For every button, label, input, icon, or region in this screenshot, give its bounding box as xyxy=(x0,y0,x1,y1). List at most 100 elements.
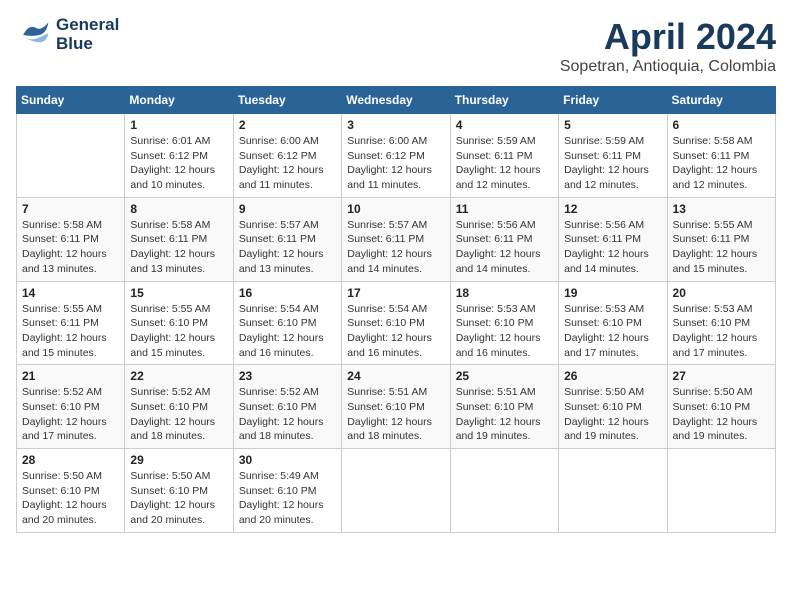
day-of-week-header: Monday xyxy=(125,87,233,114)
calendar-cell: 2 Sunrise: 6:00 AMSunset: 6:12 PMDaylight… xyxy=(233,114,341,198)
calendar-cell: 5Sunrise: 5:59 AMSunset: 6:11 PMDaylight… xyxy=(559,114,667,198)
day-number: 14 xyxy=(22,286,119,300)
calendar-week-row: 21 Sunrise: 5:52 AMSunset: 6:10 PMDayligh… xyxy=(17,365,776,449)
calendar-header-row: SundayMondayTuesdayWednesdayThursdayFrid… xyxy=(17,87,776,114)
calendar-week-row: 28 Sunrise: 5:50 AMSunset: 6:10 PMDayligh… xyxy=(17,449,776,533)
day-number: 15 xyxy=(130,286,227,300)
day-number: 25 xyxy=(456,369,553,383)
calendar-cell: 20 Sunrise: 5:53 AMSunset: 6:10 PMDayligh… xyxy=(667,281,775,365)
calendar-week-row: 7 Sunrise: 5:58 AMSunset: 6:11 PMDaylight… xyxy=(17,197,776,281)
calendar-table: SundayMondayTuesdayWednesdayThursdayFrid… xyxy=(16,86,776,533)
day-number: 17 xyxy=(347,286,444,300)
day-info: Sunrise: 6:00 AMSunset: 6:12 PMDaylight:… xyxy=(347,134,444,193)
day-number: 2 xyxy=(239,118,336,132)
day-info: Sunrise: 6:00 AMSunset: 6:12 PMDaylight:… xyxy=(239,134,336,193)
day-info: Sunrise: 5:59 AMSunset: 6:11 PMDaylight:… xyxy=(456,134,553,193)
day-info: Sunrise: 5:50 AMSunset: 6:10 PMDaylight:… xyxy=(130,469,227,528)
day-number: 28 xyxy=(22,453,119,467)
day-number: 22 xyxy=(130,369,227,383)
day-info: Sunrise: 5:51 AMSunset: 6:10 PMDaylight:… xyxy=(456,385,553,444)
day-info: Sunrise: 5:55 AMSunset: 6:10 PMDaylight:… xyxy=(130,302,227,361)
day-number: 20 xyxy=(673,286,770,300)
logo-icon xyxy=(16,17,52,53)
day-info: Sunrise: 5:53 AMSunset: 6:10 PMDaylight:… xyxy=(673,302,770,361)
calendar-cell: 13 Sunrise: 5:55 AMSunset: 6:11 PMDayligh… xyxy=(667,197,775,281)
day-number: 26 xyxy=(564,369,661,383)
day-number: 4 xyxy=(456,118,553,132)
day-info: Sunrise: 6:01 AMSunset: 6:12 PMDaylight:… xyxy=(130,134,227,193)
calendar-cell: 8 Sunrise: 5:58 AMSunset: 6:11 PMDaylight… xyxy=(125,197,233,281)
day-number: 12 xyxy=(564,202,661,216)
day-number: 18 xyxy=(456,286,553,300)
calendar-cell xyxy=(450,449,558,533)
day-number: 9 xyxy=(239,202,336,216)
day-info: Sunrise: 5:50 AMSunset: 6:10 PMDaylight:… xyxy=(22,469,119,528)
day-number: 21 xyxy=(22,369,119,383)
day-info: Sunrise: 5:50 AMSunset: 6:10 PMDaylight:… xyxy=(673,385,770,444)
calendar-cell: 16 Sunrise: 5:54 AMSunset: 6:10 PMDayligh… xyxy=(233,281,341,365)
day-info: Sunrise: 5:51 AMSunset: 6:10 PMDaylight:… xyxy=(347,385,444,444)
calendar-cell: 3 Sunrise: 6:00 AMSunset: 6:12 PMDaylight… xyxy=(342,114,450,198)
day-number: 27 xyxy=(673,369,770,383)
calendar-subtitle: Sopetran, Antioquia, Colombia xyxy=(560,58,776,76)
calendar-cell: 12Sunrise: 5:56 AMSunset: 6:11 PMDayligh… xyxy=(559,197,667,281)
calendar-cell: 18Sunrise: 5:53 AMSunset: 6:10 PMDayligh… xyxy=(450,281,558,365)
calendar-cell: 24 Sunrise: 5:51 AMSunset: 6:10 PMDayligh… xyxy=(342,365,450,449)
calendar-cell: 25 Sunrise: 5:51 AMSunset: 6:10 PMDayligh… xyxy=(450,365,558,449)
calendar-cell: 22 Sunrise: 5:52 AMSunset: 6:10 PMDayligh… xyxy=(125,365,233,449)
calendar-cell xyxy=(17,114,125,198)
calendar-cell xyxy=(667,449,775,533)
calendar-cell: 17 Sunrise: 5:54 AMSunset: 6:10 PMDayligh… xyxy=(342,281,450,365)
day-number: 24 xyxy=(347,369,444,383)
day-info: Sunrise: 5:58 AMSunset: 6:11 PMDaylight:… xyxy=(130,218,227,277)
calendar-cell: 1 Sunrise: 6:01 AMSunset: 6:12 PMDaylight… xyxy=(125,114,233,198)
title-block: April 2024 Sopetran, Antioquia, Colombia xyxy=(560,16,776,76)
calendar-cell: 30Sunrise: 5:49 AMSunset: 6:10 PMDayligh… xyxy=(233,449,341,533)
calendar-cell: 15 Sunrise: 5:55 AMSunset: 6:10 PMDayligh… xyxy=(125,281,233,365)
day-of-week-header: Sunday xyxy=(17,87,125,114)
calendar-cell: 9 Sunrise: 5:57 AMSunset: 6:11 PMDaylight… xyxy=(233,197,341,281)
day-info: Sunrise: 5:52 AMSunset: 6:10 PMDaylight:… xyxy=(130,385,227,444)
day-info: Sunrise: 5:55 AMSunset: 6:11 PMDaylight:… xyxy=(673,218,770,277)
calendar-cell: 29 Sunrise: 5:50 AMSunset: 6:10 PMDayligh… xyxy=(125,449,233,533)
day-info: Sunrise: 5:59 AMSunset: 6:11 PMDaylight:… xyxy=(564,134,661,193)
calendar-cell: 14 Sunrise: 5:55 AMSunset: 6:11 PMDayligh… xyxy=(17,281,125,365)
day-info: Sunrise: 5:50 AMSunset: 6:10 PMDaylight:… xyxy=(564,385,661,444)
day-info: Sunrise: 5:53 AMSunset: 6:10 PMDaylight:… xyxy=(564,302,661,361)
day-of-week-header: Saturday xyxy=(667,87,775,114)
day-info: Sunrise: 5:52 AMSunset: 6:10 PMDaylight:… xyxy=(239,385,336,444)
day-info: Sunrise: 5:57 AMSunset: 6:11 PMDaylight:… xyxy=(347,218,444,277)
calendar-cell: 23Sunrise: 5:52 AMSunset: 6:10 PMDayligh… xyxy=(233,365,341,449)
day-number: 1 xyxy=(130,118,227,132)
day-number: 11 xyxy=(456,202,553,216)
day-number: 13 xyxy=(673,202,770,216)
day-number: 7 xyxy=(22,202,119,216)
calendar-title: April 2024 xyxy=(560,16,776,58)
calendar-cell: 19Sunrise: 5:53 AMSunset: 6:10 PMDayligh… xyxy=(559,281,667,365)
calendar-cell: 7Sunrise: 5:58 AMSunset: 6:11 PMDaylight… xyxy=(17,197,125,281)
calendar-cell: 11 Sunrise: 5:56 AMSunset: 6:11 PMDayligh… xyxy=(450,197,558,281)
calendar-cell: 28 Sunrise: 5:50 AMSunset: 6:10 PMDayligh… xyxy=(17,449,125,533)
page-header: General Blue April 2024 Sopetran, Antioq… xyxy=(16,16,776,76)
calendar-cell: 10 Sunrise: 5:57 AMSunset: 6:11 PMDayligh… xyxy=(342,197,450,281)
day-number: 3 xyxy=(347,118,444,132)
day-info: Sunrise: 5:57 AMSunset: 6:11 PMDaylight:… xyxy=(239,218,336,277)
calendar-cell: 21Sunrise: 5:52 AMSunset: 6:10 PMDayligh… xyxy=(17,365,125,449)
calendar-cell: 26 Sunrise: 5:50 AMSunset: 6:10 PMDayligh… xyxy=(559,365,667,449)
day-of-week-header: Tuesday xyxy=(233,87,341,114)
day-number: 16 xyxy=(239,286,336,300)
day-number: 29 xyxy=(130,453,227,467)
day-number: 8 xyxy=(130,202,227,216)
calendar-cell xyxy=(342,449,450,533)
calendar-cell: 6Sunrise: 5:58 AMSunset: 6:11 PMDaylight… xyxy=(667,114,775,198)
day-info: Sunrise: 5:58 AMSunset: 6:11 PMDaylight:… xyxy=(673,134,770,193)
day-number: 10 xyxy=(347,202,444,216)
logo: General Blue xyxy=(16,16,119,53)
day-info: Sunrise: 5:56 AMSunset: 6:11 PMDaylight:… xyxy=(456,218,553,277)
day-info: Sunrise: 5:54 AMSunset: 6:10 PMDaylight:… xyxy=(347,302,444,361)
calendar-week-row: 14 Sunrise: 5:55 AMSunset: 6:11 PMDayligh… xyxy=(17,281,776,365)
day-info: Sunrise: 5:49 AMSunset: 6:10 PMDaylight:… xyxy=(239,469,336,528)
day-of-week-header: Friday xyxy=(559,87,667,114)
day-info: Sunrise: 5:55 AMSunset: 6:11 PMDaylight:… xyxy=(22,302,119,361)
day-info: Sunrise: 5:54 AMSunset: 6:10 PMDaylight:… xyxy=(239,302,336,361)
